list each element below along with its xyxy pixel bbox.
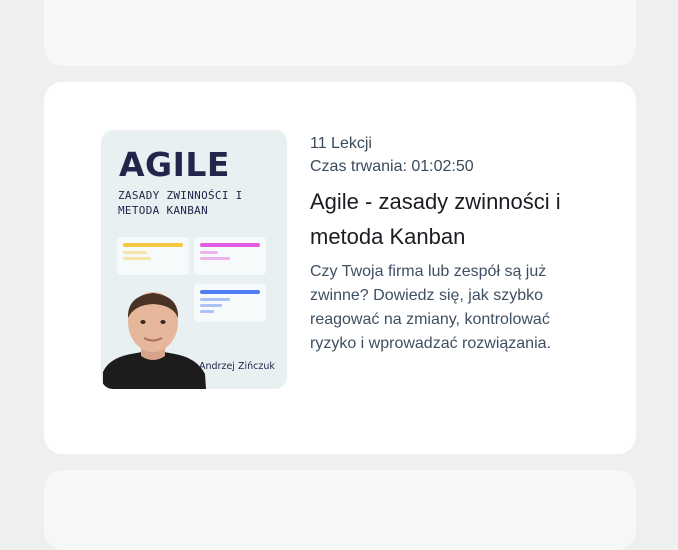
course-description: Czy Twoja firma lub zespół są już zwinne… — [310, 263, 551, 352]
next-course-card[interactable] — [44, 470, 636, 550]
course-card[interactable]: AGILE ZASADY ZWINNOŚCI I METODA KANBAN A… — [44, 82, 636, 454]
course-thumbnail[interactable]: AGILE ZASADY ZWINNOŚCI I METODA KANBAN A… — [101, 130, 287, 389]
author-photo — [103, 292, 206, 389]
author-name: Andrzej Zińczuk — [199, 361, 275, 372]
course-duration: Czas trwania: 01:02:50 — [310, 158, 474, 175]
course-info: 11 Lekcji Czas trwania: 01:02:50 Agile -… — [310, 132, 580, 356]
thumbnail-subheading: ZASADY ZWINNOŚCI I METODA KANBAN — [118, 189, 243, 217]
lesson-count: 11 Lekcji — [310, 135, 372, 152]
thumbnail-heading: AGILE — [119, 145, 230, 184]
previous-course-card[interactable] — [44, 0, 636, 66]
kanban-card-magenta — [194, 237, 266, 275]
kanban-card-yellow — [117, 237, 189, 275]
course-title[interactable]: Agile - zasady zwinności i metoda Kanban — [310, 184, 580, 254]
